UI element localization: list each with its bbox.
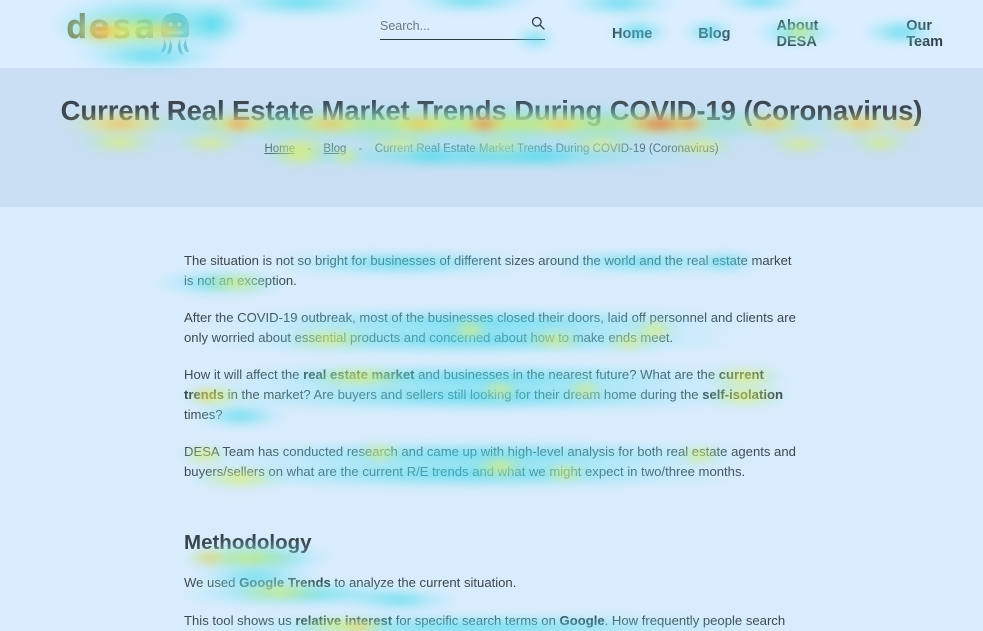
- paragraph-1: The situation is not so bright for busin…: [184, 253, 792, 288]
- article-body: The situation is not so bright for busin…: [0, 207, 983, 631]
- nav-item-blog[interactable]: Blog: [686, 26, 742, 42]
- heading-methodology: Methodology: [184, 531, 312, 555]
- paragraph-4: DESA Team has conducted research and cam…: [184, 444, 796, 479]
- breadcrumb-blog[interactable]: Blog: [323, 143, 346, 155]
- paragraph-6: This tool shows us relative interest for…: [184, 611, 796, 631]
- p3-text-c: and businesses in the nearest future? Wh…: [414, 367, 719, 383]
- p3-text-d: in the market? Are buyers and sellers st…: [224, 386, 703, 402]
- breadcrumb-home[interactable]: Home: [264, 143, 295, 155]
- p5-text-c: to analyze the current situation.: [330, 575, 517, 591]
- site-logo[interactable]: desa: [66, 4, 197, 65]
- logo-wordmark: desa: [66, 7, 157, 46]
- nav-item-home[interactable]: Home: [600, 26, 664, 42]
- paragraph-5: We used Google Trends to analyze the cur…: [184, 573, 796, 593]
- nav-item-about-desa[interactable]: About DESA: [765, 18, 873, 50]
- search-icon[interactable]: [531, 16, 545, 35]
- main-navigation: Home Blog About DESA Our Team: [600, 0, 983, 68]
- p6-text-c: for specific search terms on: [392, 612, 560, 628]
- search-input[interactable]: [380, 18, 500, 33]
- p3-text-e: times?: [184, 406, 223, 422]
- p6-bold-relative-interest: relative interest: [295, 612, 393, 628]
- search-box[interactable]: [380, 16, 545, 40]
- hero-banner: Current Real Estate Market Trends During…: [0, 68, 983, 207]
- page-title: Current Real Estate Market Trends During…: [60, 95, 923, 126]
- breadcrumb-current: Current Real Estate Market Trends During…: [374, 142, 719, 155]
- nav-item-our-team[interactable]: Our Team: [894, 18, 983, 50]
- paragraph-3: How it will affect the real estate marke…: [184, 365, 796, 424]
- paragraph-2: After the COVID-19 outbreak, most of the…: [184, 310, 796, 345]
- p6-bold-google: Google: [559, 612, 605, 628]
- p6-text-a: This tool shows us: [184, 612, 296, 628]
- breadcrumb: Home - Blog - Current Real Estate Market…: [0, 143, 983, 155]
- p3-bold-real-estate-market: real estate market: [303, 367, 415, 383]
- p3-text-a: How it will affect the: [184, 367, 304, 383]
- octopus-mascot-icon: [153, 10, 197, 65]
- breadcrumb-separator-2: -: [358, 142, 363, 155]
- breadcrumb-separator-1: -: [307, 142, 312, 155]
- p3-bold-self-isolation: self-isolation: [702, 386, 783, 402]
- page-root: desa Search... Home Blog About DESA Our …: [0, 0, 983, 631]
- p5-bold-google-trends: Google Trends: [239, 575, 331, 591]
- site-header: desa Search... Home Blog About DESA Our …: [0, 0, 983, 68]
- p5-text-a: We used: [184, 575, 240, 591]
